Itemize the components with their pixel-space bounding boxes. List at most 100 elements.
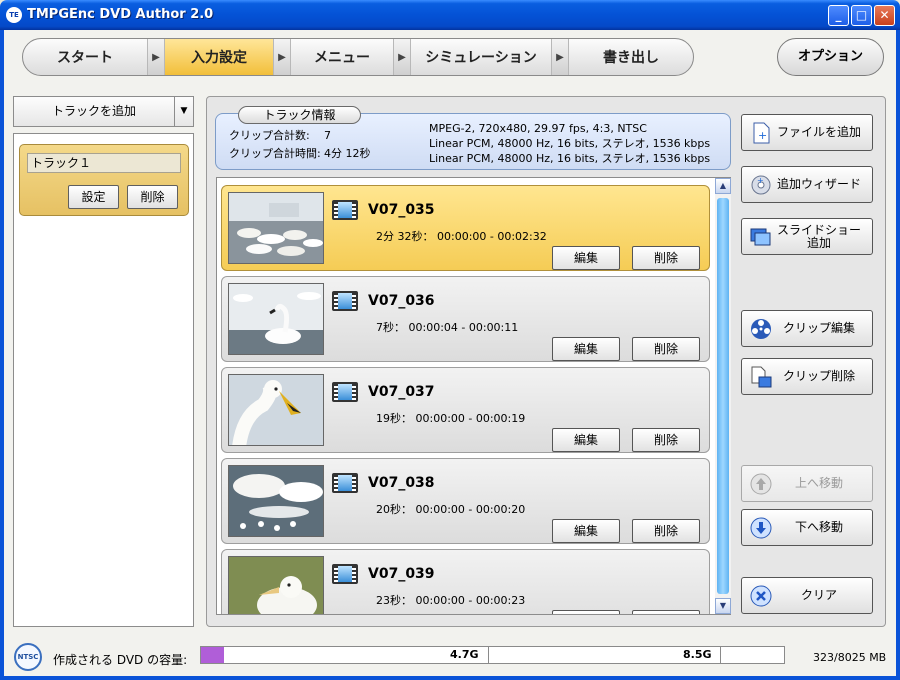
clip-edit-button[interactable]: 編集 [552,337,620,361]
step-simulation[interactable]: シミュレーション [411,39,551,75]
clip-item[interactable]: V07_036 7秒： 00:00:04 - 00:00:11 編集 削除 [221,276,710,362]
clear-button[interactable]: クリア [741,577,873,614]
move-down-label: 下へ移動 [794,520,843,534]
clip-name: V07_039 [368,566,435,582]
add-file-label: ファイルを追加 [776,125,861,139]
clip-edit-action-button[interactable]: クリップ編集 [741,310,873,347]
track-info-tab: トラック情報 [238,106,361,124]
clip-item[interactable]: V07_035 2分 32秒： 00:00:00 - 00:02:32 編集 削… [221,185,710,271]
add-track-button[interactable]: トラックを追加 ▼ [13,96,194,127]
clip-thumbnail [228,192,324,264]
clip-edit-button[interactable]: 編集 [552,428,620,452]
add-wizard-label: 追加ウィザード [776,177,861,191]
audio-spec-2: Linear PCM, 48000 Hz, 16 bits, ステレオ, 153… [429,152,711,165]
step-start[interactable]: スタート [23,39,147,75]
clip-name: V07_038 [368,475,435,491]
track-list: トラック１ 設定 削除 [13,133,194,627]
capacity-label: 作成される DVD の容量: [53,653,188,667]
film-icon [332,473,358,493]
add-file-button[interactable]: + ファイルを追加 [741,114,873,151]
scroll-up-icon[interactable]: ▲ [715,178,731,194]
step-arrow-icon: ▶ [393,39,411,75]
film-icon [332,200,358,220]
step-output[interactable]: 書き出し [569,39,693,75]
clip-delete-button[interactable]: 削除 [632,519,700,543]
clip-thumbnail [228,465,324,537]
clip-edit-button[interactable]: 編集 [552,610,620,614]
slideshow-icon [750,226,772,248]
add-wizard-button[interactable]: + 追加ウィザード [741,166,873,203]
clip-item[interactable]: V07_039 23秒： 00:00:00 - 00:00:23 編集 削除 [221,549,710,614]
step-arrow-icon: ▶ [147,39,165,75]
clip-time-value: 4分 12秒 [324,147,371,160]
arrow-down-icon [750,517,772,539]
clip-name: V07_036 [368,293,435,309]
film-icon [332,564,358,584]
clip-delete-button[interactable]: 削除 [632,610,700,614]
window-title: TMPGEnc DVD Author 2.0 [27,7,214,22]
track-settings-button[interactable]: 設定 [68,185,119,209]
clip-delete-button[interactable]: 削除 [632,246,700,270]
ntsc-badge-icon: NTSC [14,643,42,671]
capacity-marker-8-5g [720,647,721,663]
add-slideshow-button[interactable]: スライドショー 追加 [741,218,873,255]
video-spec: MPEG-2, 720x480, 29.97 fps, 4:3, NTSC [429,122,647,135]
move-up-button[interactable]: 上へ移動 [741,465,873,502]
clip-list-scrollbar[interactable]: ▲ ▼ [715,178,731,614]
clip-count-label: クリップ合計数: [229,129,310,142]
app-logo-icon: TE [6,7,22,23]
chevron-down-icon[interactable]: ▼ [174,97,193,126]
add-track-label: トラックを追加 [51,104,136,118]
close-button[interactable]: ✕ [874,5,895,26]
track-item[interactable]: トラック１ 設定 削除 [19,144,189,216]
move-down-button[interactable]: 下へ移動 [741,509,873,546]
clip-edit-button[interactable]: 編集 [552,246,620,270]
options-button[interactable]: オプション [777,38,884,76]
film-icon [332,382,358,402]
clip-thumbnail [228,374,324,446]
clip-edit-action-label: クリップ編集 [782,321,855,335]
svg-text:+: + [757,176,764,185]
scroll-down-icon[interactable]: ▼ [715,598,731,614]
slideshow-label-line2: 追加 [806,235,831,250]
title-bar: TE TMPGEnc DVD Author 2.0 _ □ ✕ [0,0,900,30]
clip-duration: 23秒： 00:00:00 - 00:00:23 [376,594,526,607]
clip-name: V07_035 [368,202,435,218]
clip-edit-button[interactable]: 編集 [552,519,620,543]
step-input-settings[interactable]: 入力設定 [165,39,273,75]
clip-delete-action-label: クリップ削除 [782,369,855,383]
clip-list: V07_035 2分 32秒： 00:00:00 - 00:02:32 編集 削… [216,177,731,615]
track-name-field[interactable]: トラック１ [27,153,181,173]
clip-duration: 19秒： 00:00:00 - 00:00:19 [376,412,526,425]
capacity-size-text: 323/8025 MB [813,651,887,664]
capacity-marker-label-2: 8.5G [683,648,712,661]
capacity-marker-4-7g [488,647,489,663]
clip-thumbnail [228,556,324,614]
clip-delete-button[interactable]: 削除 [632,428,700,452]
clip-delete-action-button[interactable]: クリップ削除 [741,358,873,395]
slideshow-label-line1: スライドショー [776,222,861,237]
file-add-icon: + [750,122,772,144]
film-reel-icon [750,318,772,340]
capacity-marker-label-1: 4.7G [450,648,479,661]
clip-name: V07_037 [368,384,435,400]
svg-text:+: + [758,129,767,142]
step-arrow-icon: ▶ [551,39,569,75]
clip-delete-button[interactable]: 削除 [632,337,700,361]
audio-spec-1: Linear PCM, 48000 Hz, 16 bits, ステレオ, 153… [429,137,711,150]
clip-item[interactable]: V07_037 19秒： 00:00:00 - 00:00:19 編集 削除 [221,367,710,453]
arrow-up-icon [750,473,772,495]
clip-duration: 20秒： 00:00:00 - 00:00:20 [376,503,526,516]
move-up-label: 上へ移動 [794,476,843,490]
clip-item[interactable]: V07_038 20秒： 00:00:00 - 00:00:20 編集 削除 [221,458,710,544]
step-menu[interactable]: メニュー [291,39,393,75]
clip-count-value: 7 [324,129,331,142]
minimize-button[interactable]: _ [828,5,849,26]
maximize-button[interactable]: □ [851,5,872,26]
clear-label: クリア [800,588,837,602]
clip-thumbnail [228,283,324,355]
track-delete-button[interactable]: 削除 [127,185,178,209]
clip-delete-icon [750,366,772,388]
step-navigation: スタート ▶ 入力設定 ▶ メニュー ▶ シミュレーション ▶ 書き出し [22,38,694,76]
scroll-thumb[interactable] [717,198,729,594]
